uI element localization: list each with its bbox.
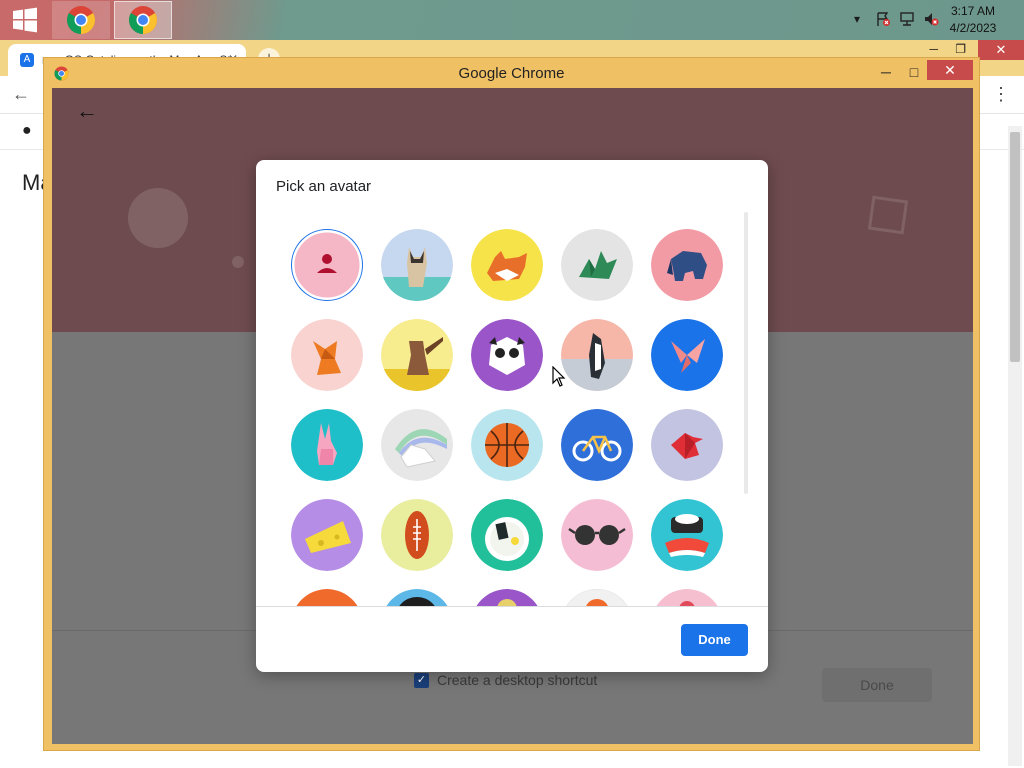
taskbar-chrome-button-active[interactable] <box>114 1 172 39</box>
start-button[interactable] <box>0 1 50 39</box>
dialog-title: Pick an avatar <box>276 178 372 195</box>
desktop-shortcut-label: Create a desktop shortcut <box>437 672 598 688</box>
dialog-divider <box>256 606 768 607</box>
avatar-sushi[interactable] <box>651 499 723 571</box>
done-button[interactable]: Done <box>681 624 748 656</box>
avatar-picker-dialog: Pick an avatar Done <box>256 160 768 672</box>
avatar-elephant[interactable] <box>651 229 723 301</box>
avatar-rabbit[interactable] <box>291 409 363 481</box>
background-close-icon[interactable]: ✕ <box>978 40 1024 60</box>
avatar-partial[interactable] <box>381 589 453 606</box>
apple-icon[interactable]: ● <box>22 122 32 140</box>
avatar-bird[interactable] <box>651 409 723 481</box>
avatar-partial[interactable] <box>471 589 543 606</box>
avatar-unicorn[interactable] <box>381 409 453 481</box>
avatar-butterfly[interactable] <box>651 319 723 391</box>
app-store-icon: A <box>20 53 34 67</box>
banner-decoration <box>128 188 188 248</box>
windows-logo-icon <box>13 7 37 33</box>
mouse-cursor-icon <box>552 366 566 387</box>
chrome-icon <box>129 6 157 34</box>
background-back-arrow-icon[interactable]: ← <box>12 84 30 105</box>
maximize-icon[interactable]: □ <box>901 61 927 83</box>
show-hidden-icons-chevron-icon[interactable]: ▾ <box>850 10 864 28</box>
avatar-football[interactable] <box>381 499 453 571</box>
avatar-grid <box>256 212 768 606</box>
network-icon[interactable] <box>898 10 916 28</box>
avatar-corgi[interactable] <box>471 229 543 301</box>
clock-time: 3:17 AM <box>950 4 996 18</box>
avatar-sunglasses[interactable] <box>561 499 633 571</box>
banner-decoration <box>867 195 909 235</box>
avatar-bike[interactable] <box>561 409 633 481</box>
avatar-cheese[interactable] <box>291 499 363 571</box>
chrome-icon <box>67 6 95 34</box>
action-center-flag-icon[interactable] <box>874 10 892 28</box>
windows-taskbar: ▾ 3:17 AM 4/2/2023 <box>0 0 1024 40</box>
clock-date: 4/2/2023 <box>949 21 997 35</box>
desktop-shortcut-checkbox[interactable]: ✓ <box>414 672 429 688</box>
avatar-ramen[interactable] <box>471 499 543 571</box>
avatar-basketball[interactable] <box>471 409 543 481</box>
avatar-generic-person[interactable] <box>291 229 363 301</box>
taskbar-chrome-button[interactable] <box>52 1 110 39</box>
window-title: Google Chrome <box>458 65 565 82</box>
avatar-monkey[interactable] <box>381 319 453 391</box>
avatar-partial[interactable] <box>291 589 363 606</box>
window-titlebar[interactable]: Google Chrome ─ □ ✕ <box>44 58 979 88</box>
close-icon[interactable]: ✕ <box>927 60 973 80</box>
avatar-partial[interactable] <box>651 589 723 606</box>
taskbar-clock[interactable]: 3:17 AM 4/2/2023 <box>938 3 1008 37</box>
background-menu-icon[interactable]: ⋮ <box>992 84 1010 105</box>
desktop-shortcut-row[interactable]: ✓ Create a desktop shortcut <box>414 672 597 688</box>
background-minimize-icon[interactable]: ─ <box>929 42 938 56</box>
avatar-fox[interactable] <box>291 319 363 391</box>
banner-decoration <box>232 256 244 268</box>
avatar-dragon[interactable] <box>561 229 633 301</box>
avatar-grid-scrollbar[interactable] <box>744 212 748 494</box>
minimize-icon[interactable]: ─ <box>873 61 899 83</box>
back-arrow-icon[interactable]: ← <box>76 98 98 124</box>
background-done-button[interactable]: Done <box>822 668 932 702</box>
background-restore-icon[interactable]: ❐ <box>955 42 966 56</box>
avatar-partial[interactable] <box>561 589 633 606</box>
avatar-cat[interactable] <box>381 229 453 301</box>
avatar-panda[interactable] <box>471 319 543 391</box>
background-scrollbar-thumb[interactable] <box>1010 132 1020 362</box>
avatar-penguin[interactable] <box>561 319 633 391</box>
